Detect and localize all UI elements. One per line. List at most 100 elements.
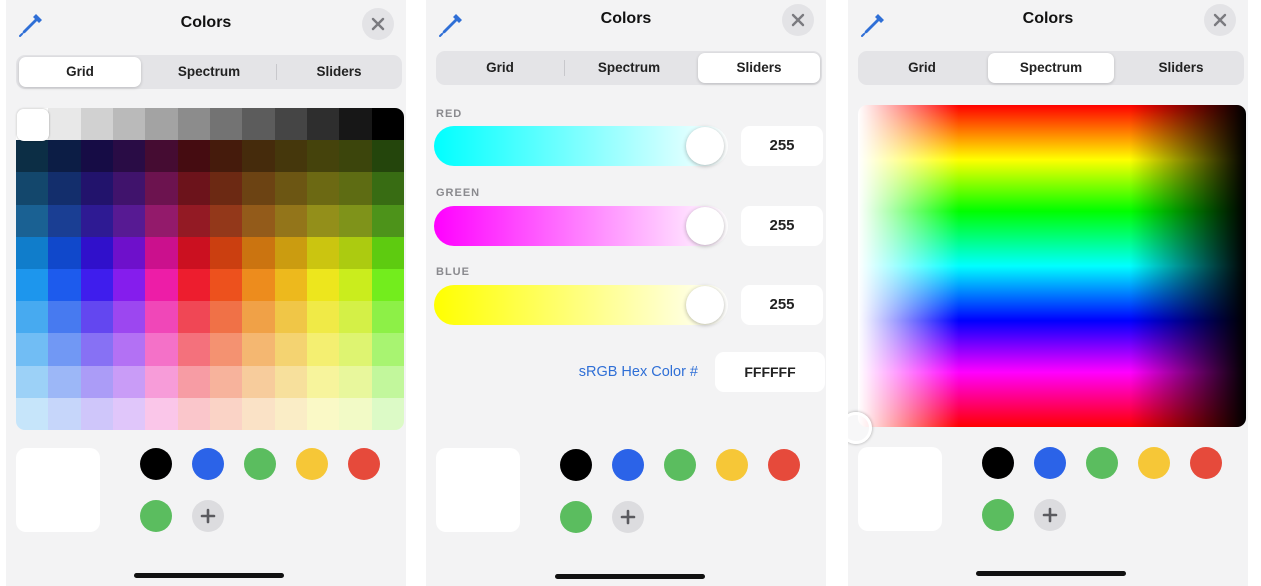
swatch-black[interactable] xyxy=(140,448,172,480)
color-grid-cell[interactable] xyxy=(16,269,49,302)
color-grid-cell[interactable] xyxy=(339,236,372,269)
close-button[interactable] xyxy=(362,8,394,40)
color-grid-cell[interactable] xyxy=(48,236,81,269)
color-grid-cell[interactable] xyxy=(242,108,275,141)
color-grid-cell[interactable] xyxy=(112,269,146,302)
color-grid-cell[interactable] xyxy=(80,140,113,173)
color-grid-cell[interactable] xyxy=(48,333,81,366)
green-value-field[interactable]: 255 xyxy=(741,206,823,246)
swatch-blue[interactable] xyxy=(192,448,224,480)
color-grid-cell[interactable] xyxy=(177,236,210,269)
close-button[interactable] xyxy=(1204,4,1236,36)
color-grid-cell[interactable] xyxy=(145,140,178,173)
color-grid-cell[interactable] xyxy=(16,140,49,173)
color-grid-cell[interactable] xyxy=(16,108,49,141)
swatch-black[interactable] xyxy=(982,447,1014,479)
color-grid-cell[interactable] xyxy=(80,269,113,302)
swatch-red[interactable] xyxy=(768,449,800,481)
add-swatch-button[interactable] xyxy=(1034,499,1066,531)
color-grid-cell[interactable] xyxy=(145,365,178,398)
color-grid-cell[interactable] xyxy=(177,108,210,141)
color-grid[interactable] xyxy=(16,108,404,430)
color-grid-cell[interactable] xyxy=(112,301,146,334)
color-grid-cell[interactable] xyxy=(209,397,243,430)
color-grid-cell[interactable] xyxy=(339,397,372,430)
color-grid-cell[interactable] xyxy=(371,172,404,205)
tab-sliders[interactable]: Sliders xyxy=(1120,53,1242,83)
hex-color-field[interactable]: FFFFFF xyxy=(715,352,825,392)
color-grid-cell[interactable] xyxy=(306,301,340,334)
color-grid-cell[interactable] xyxy=(371,269,404,302)
color-grid-cell[interactable] xyxy=(145,236,178,269)
color-grid-cell[interactable] xyxy=(177,365,210,398)
red-slider-knob[interactable] xyxy=(686,127,724,165)
color-grid-cell[interactable] xyxy=(274,236,307,269)
color-grid-cell[interactable] xyxy=(16,397,49,430)
tab-spectrum[interactable]: Spectrum xyxy=(988,53,1114,83)
color-grid-cell[interactable] xyxy=(306,365,340,398)
color-grid-cell[interactable] xyxy=(80,333,113,366)
color-grid-cell[interactable] xyxy=(242,365,275,398)
tab-spectrum[interactable]: Spectrum xyxy=(566,53,692,83)
swatch-green[interactable] xyxy=(1086,447,1118,479)
color-grid-cell[interactable] xyxy=(274,397,307,430)
color-grid-cell[interactable] xyxy=(306,140,340,173)
color-grid-cell[interactable] xyxy=(112,140,146,173)
color-grid-cell[interactable] xyxy=(371,204,404,237)
color-grid-cell[interactable] xyxy=(371,333,404,366)
color-grid-cell[interactable] xyxy=(177,301,210,334)
color-grid-cell[interactable] xyxy=(242,140,275,173)
color-grid-cell[interactable] xyxy=(209,140,243,173)
red-value-field[interactable]: 255 xyxy=(741,126,823,166)
swatch-green-2[interactable] xyxy=(560,501,592,533)
color-grid-cell[interactable] xyxy=(145,172,178,205)
color-grid-cell[interactable] xyxy=(80,397,113,430)
tab-grid[interactable]: Grid xyxy=(19,57,141,87)
swatch-red[interactable] xyxy=(348,448,380,480)
color-grid-cell[interactable] xyxy=(339,301,372,334)
color-grid-cell[interactable] xyxy=(274,333,307,366)
color-grid-cell[interactable] xyxy=(306,204,340,237)
color-grid-cell[interactable] xyxy=(242,172,275,205)
color-grid-cell[interactable] xyxy=(339,365,372,398)
color-grid-cell[interactable] xyxy=(242,333,275,366)
color-grid-cell[interactable] xyxy=(209,269,243,302)
color-grid-cell[interactable] xyxy=(16,172,49,205)
color-grid-cell[interactable] xyxy=(339,204,372,237)
tab-sliders[interactable]: Sliders xyxy=(278,57,400,87)
color-grid-cell[interactable] xyxy=(112,204,146,237)
color-grid-cell[interactable] xyxy=(145,301,178,334)
color-grid-cell[interactable] xyxy=(80,172,113,205)
color-grid-cell[interactable] xyxy=(177,269,210,302)
color-grid-cell[interactable] xyxy=(48,108,81,141)
swatch-black[interactable] xyxy=(560,449,592,481)
color-grid-cell[interactable] xyxy=(112,172,146,205)
color-grid-cell[interactable] xyxy=(209,108,243,141)
color-grid-cell[interactable] xyxy=(112,333,146,366)
color-grid-cell[interactable] xyxy=(112,365,146,398)
color-grid-cell[interactable] xyxy=(177,397,210,430)
color-grid-cell[interactable] xyxy=(145,204,178,237)
color-grid-cell[interactable] xyxy=(16,301,49,334)
tab-grid[interactable]: Grid xyxy=(861,53,983,83)
color-grid-cell[interactable] xyxy=(112,397,146,430)
color-grid-cell[interactable] xyxy=(16,333,49,366)
color-grid-cell[interactable] xyxy=(209,333,243,366)
swatch-yellow[interactable] xyxy=(1138,447,1170,479)
color-grid-cell[interactable] xyxy=(339,269,372,302)
color-grid-cell[interactable] xyxy=(371,108,404,141)
swatch-green[interactable] xyxy=(664,449,696,481)
color-grid-cell[interactable] xyxy=(112,108,146,141)
color-grid-cell[interactable] xyxy=(306,108,340,141)
color-grid-cell[interactable] xyxy=(80,204,113,237)
color-grid-cell[interactable] xyxy=(177,140,210,173)
green-slider[interactable] xyxy=(434,206,728,246)
color-grid-cell[interactable] xyxy=(209,365,243,398)
color-grid-cell[interactable] xyxy=(145,333,178,366)
swatch-green-2[interactable] xyxy=(982,499,1014,531)
hex-color-label[interactable]: sRGB Hex Color # xyxy=(516,364,698,380)
color-grid-cell[interactable] xyxy=(274,269,307,302)
color-grid-cell[interactable] xyxy=(371,236,404,269)
color-grid-cell[interactable] xyxy=(48,172,81,205)
color-grid-cell[interactable] xyxy=(16,236,49,269)
